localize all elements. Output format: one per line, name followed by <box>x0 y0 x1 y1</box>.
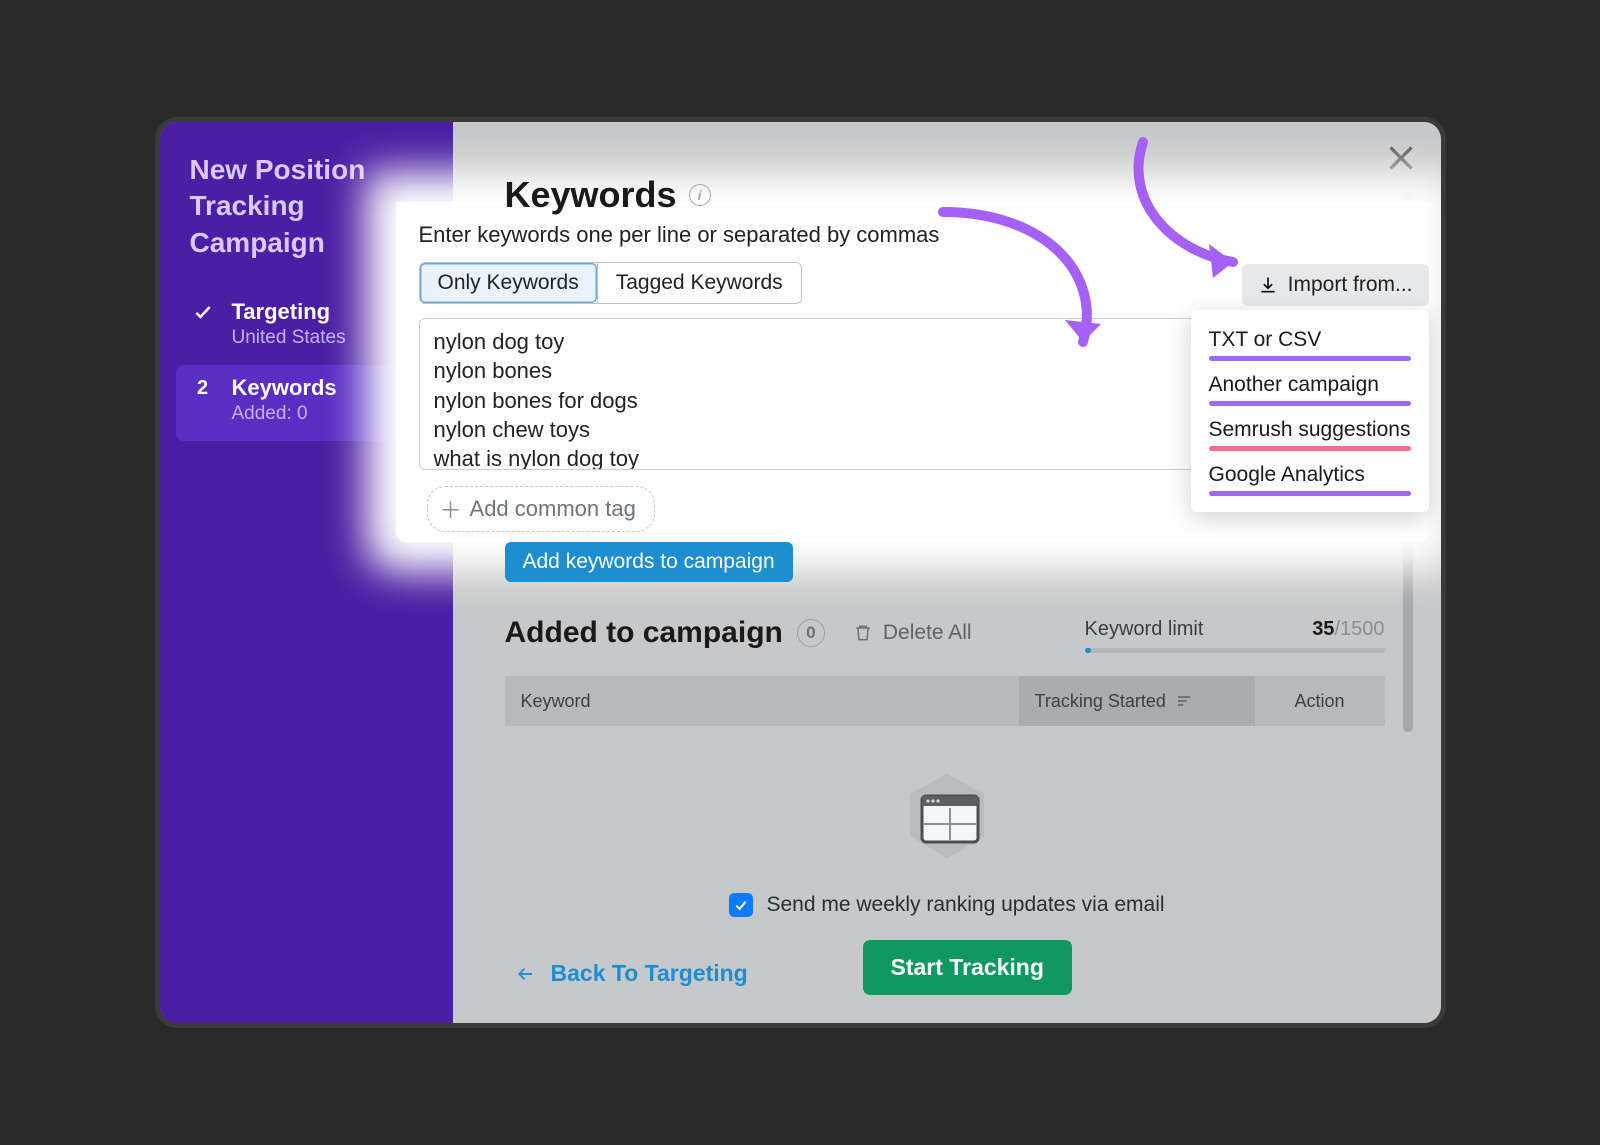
info-icon[interactable]: i <box>689 184 711 206</box>
plus-icon: ＋ <box>440 493 462 525</box>
add-keywords-button[interactable]: Add keywords to campaign <box>505 542 793 582</box>
col-tracking-started[interactable]: Tracking Started <box>1019 676 1255 726</box>
added-heading: Added to campaign 0 <box>505 616 825 650</box>
step-label: Keywords <box>232 375 337 401</box>
import-option-txt-csv[interactable]: TXT or CSV <box>1191 320 1429 365</box>
close-button[interactable] <box>1383 140 1419 176</box>
segment-tagged-keywords[interactable]: Tagged Keywords <box>597 263 801 303</box>
main-panel: Keywords i Enter keywords one per line o… <box>453 122 1441 1023</box>
import-from-button[interactable]: Import from... <box>1242 264 1429 306</box>
col-keyword: Keyword <box>505 676 1019 726</box>
instruction-text: Enter keywords one per line or separated… <box>419 222 940 248</box>
added-count-badge: 0 <box>797 619 825 647</box>
add-common-tag-button[interactable]: ＋ Add common tag <box>427 486 655 532</box>
step-number: 2 <box>190 375 216 401</box>
weekly-updates-label: Send me weekly ranking updates via email <box>766 893 1164 917</box>
page-title: Keywords i <box>505 174 711 216</box>
keywords-table-header: Keyword Tracking Started Action <box>505 676 1385 726</box>
trash-icon <box>853 622 873 644</box>
keyword-limit: Keyword limit 35/1500 <box>1085 618 1385 641</box>
import-option-semrush[interactable]: Semrush suggestions <box>1191 410 1429 455</box>
download-icon <box>1258 275 1278 295</box>
step-sublabel: United States <box>232 327 346 349</box>
back-to-targeting-button[interactable]: Back To Targeting <box>515 960 748 987</box>
weekly-updates-row[interactable]: Send me weekly ranking updates via email <box>728 893 1164 917</box>
delete-all-button[interactable]: Delete All <box>853 621 972 645</box>
keyword-mode-segment: Only Keywords Tagged Keywords <box>419 262 802 304</box>
step-label: Targeting <box>232 299 346 325</box>
step-sublabel: Added: 0 <box>232 403 337 425</box>
sort-icon <box>1176 693 1192 709</box>
import-option-another-campaign[interactable]: Another campaign <box>1191 365 1429 410</box>
import-dropdown: TXT or CSV Another campaign Semrush sugg… <box>1191 310 1429 512</box>
limit-progress <box>1085 648 1385 653</box>
wizard-title: New Position Tracking Campaign <box>190 152 427 261</box>
step-targeting[interactable]: Targeting United States <box>190 289 427 365</box>
check-icon <box>190 299 216 325</box>
start-tracking-button[interactable]: Start Tracking <box>863 940 1072 995</box>
arrow-left-icon <box>515 965 537 983</box>
segment-only-keywords[interactable]: Only Keywords <box>420 263 597 303</box>
empty-state-illustration <box>892 766 1002 866</box>
weekly-updates-checkbox[interactable] <box>728 893 752 917</box>
col-action: Action <box>1255 676 1385 726</box>
import-option-google-analytics[interactable]: Google Analytics <box>1191 455 1429 500</box>
